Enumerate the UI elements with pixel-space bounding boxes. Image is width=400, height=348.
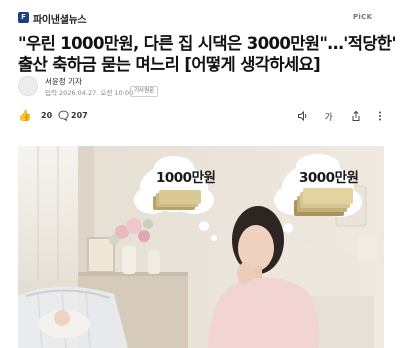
bassinet	[18, 286, 128, 348]
bubble-left-amount: 1000만원	[156, 170, 216, 186]
svg-text:가: 가	[325, 112, 333, 122]
article-headline: "우린 1000만원, 다른 집 시댁은 3000만원"…'적당한' 출산 축하…	[18, 33, 397, 75]
publisher-bar: F 파이낸셜뉴스 PiCK	[0, 0, 400, 30]
share-icon[interactable]	[350, 110, 362, 122]
headline-line-1: "우린 1000만원, 다른 집 시댁은 3000만원"…'적당한'	[18, 34, 397, 53]
publisher-name[interactable]: 파이낸셜뉴스	[33, 11, 87, 26]
published-date: 입력 2026.04.27. 오전 10:00	[45, 89, 134, 97]
headline-line-2: 출산 축하금 묻는 며느리 [어떻게 생각하세요]	[18, 55, 321, 74]
bubble-right-amount: 3000만원	[299, 170, 359, 186]
speech-bubble-icon[interactable]	[58, 110, 69, 121]
avatar[interactable]	[18, 76, 38, 96]
text-size-icon[interactable]: 가	[324, 110, 336, 122]
reaction-toolbar: 👍 20 207 가	[0, 108, 400, 128]
pick-badge: PiCK	[353, 13, 373, 21]
thumbs-up-heart-icon[interactable]: 👍	[18, 110, 32, 122]
like-count[interactable]: 20	[41, 111, 52, 120]
article-photo[interactable]: 1000만원 3000만원	[18, 146, 384, 348]
more-icon[interactable]	[374, 110, 386, 122]
publisher-logo-icon[interactable]: F	[18, 12, 29, 23]
original-article-button[interactable]: 기사원문	[130, 86, 159, 97]
author-name[interactable]: 서윤정 기자	[45, 76, 82, 87]
audio-icon[interactable]	[297, 110, 309, 122]
comment-count[interactable]: 207	[71, 111, 88, 120]
